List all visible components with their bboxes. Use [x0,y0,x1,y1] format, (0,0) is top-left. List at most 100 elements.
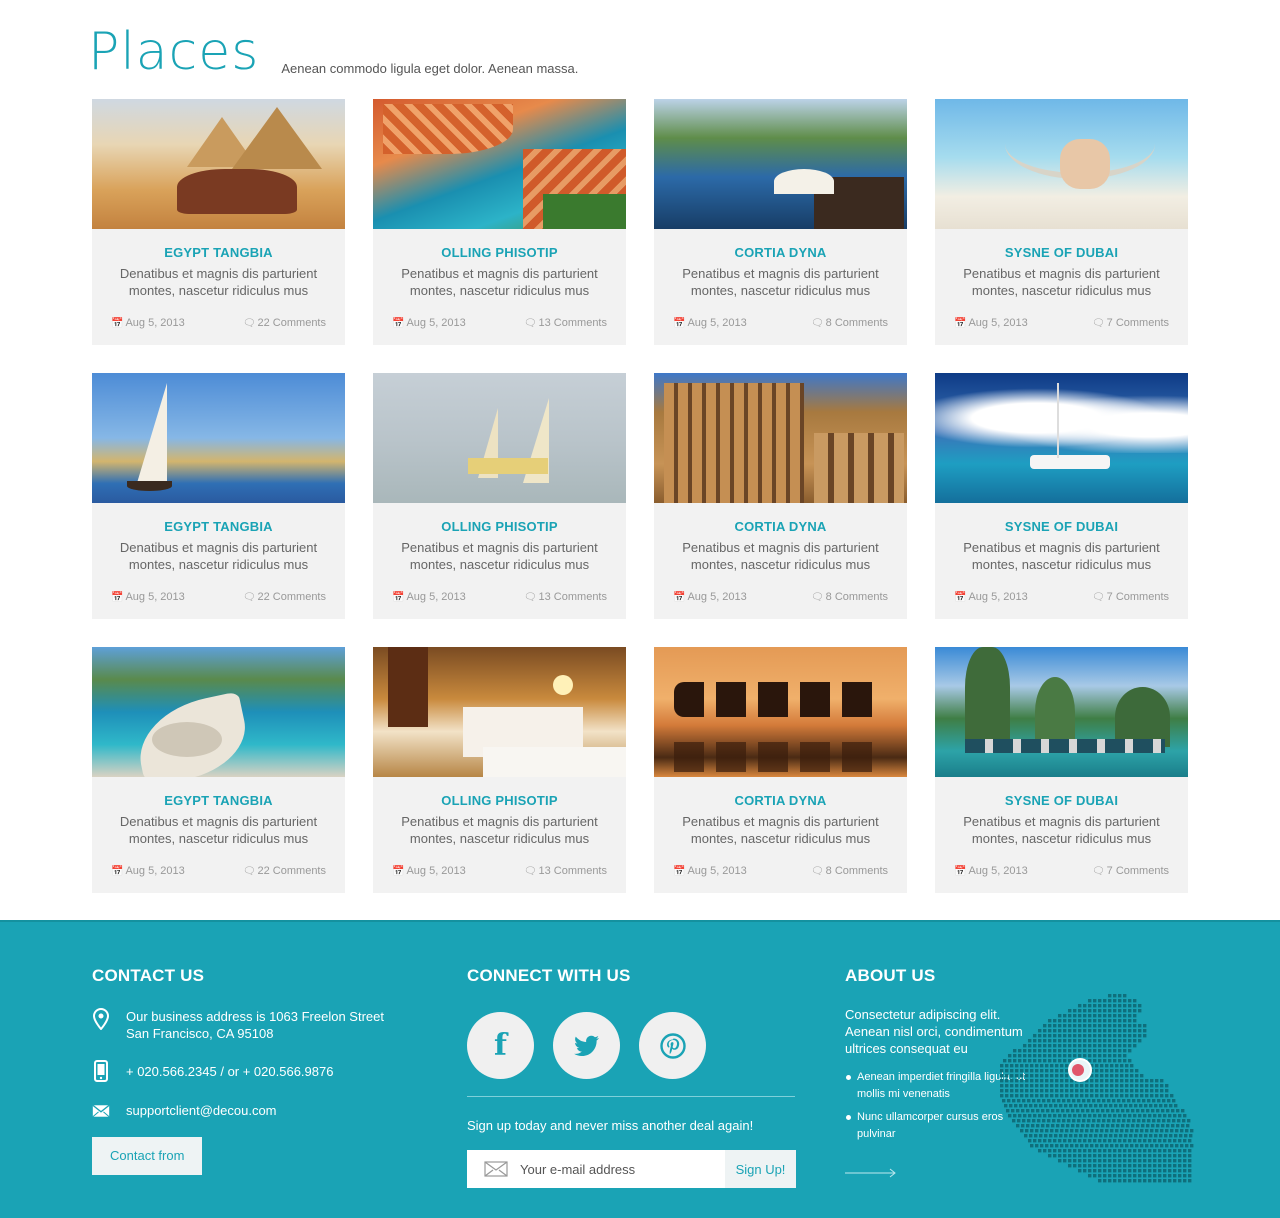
comment-icon: 🗨 [1091,318,1105,329]
address-row: Our business address is 1063 Freelon Str… [92,1008,412,1042]
date-text: Aug 5, 2013 [687,865,747,877]
place-image[interactable] [92,373,345,503]
place-image[interactable] [92,99,345,229]
facebook-button[interactable]: f [467,1012,534,1079]
places-grid: EGYPT TANGBIA Denatibus et magnis dis par… [92,99,1188,893]
place-card[interactable]: SYSNE OF DUBAI Penatibus et magnis dis pa… [935,373,1188,619]
calendar-icon: 📅 [954,866,967,877]
place-image[interactable] [935,647,1188,777]
comments-text: 13 Comments [538,317,607,329]
place-image[interactable] [373,99,626,229]
place-description: Penatibus et magnis dis parturient monte… [963,540,1160,572]
comments-link[interactable]: 🗨 8 Comments [811,865,888,877]
place-image[interactable] [935,99,1188,229]
comment-icon: 🗨 [1091,866,1105,877]
email-input[interactable]: Your e-mail address [467,1150,725,1188]
calendar-icon: 📅 [954,318,967,329]
place-title-link[interactable]: EGYPT TANGBIA [92,793,345,808]
place-description: Penatibus et magnis dis parturient monte… [401,540,598,572]
place-card[interactable]: EGYPT TANGBIA Denatibus et magnis dis par… [92,373,345,619]
calendar-icon: 📅 [673,592,686,603]
post-date: 📅 Aug 5, 2013 [392,317,466,329]
comments-link[interactable]: 🗨 22 Comments [243,865,326,877]
place-card[interactable]: OLLING PHISOTIP Penatibus et magnis dis p… [373,99,626,345]
place-card[interactable]: SYSNE OF DUBAI Penatibus et magnis dis pa… [935,99,1188,345]
place-title-link[interactable]: SYSNE OF DUBAI [935,793,1188,808]
place-title-link[interactable]: CORTIA DYNA [654,519,907,534]
place-title-link[interactable]: OLLING PHISOTIP [373,519,626,534]
card-body: EGYPT TANGBIA Denatibus et magnis dis par… [92,229,345,329]
comments-link[interactable]: 🗨 22 Comments [243,591,326,603]
comment-icon: 🗨 [810,318,824,329]
card-body: CORTIA DYNA Penatibus et magnis dis partu… [654,503,907,603]
place-description: Penatibus et magnis dis parturient monte… [682,814,879,846]
date-text: Aug 5, 2013 [406,317,466,329]
comments-text: 22 Comments [257,317,326,329]
card-meta: 📅 Aug 5, 2013 🗨 13 Comments [373,865,626,877]
place-title-link[interactable]: CORTIA DYNA [654,793,907,808]
card-meta: 📅 Aug 5, 2013 🗨 8 Comments [654,317,907,329]
signup-button[interactable]: Sign Up! [725,1150,796,1188]
post-date: 📅 Aug 5, 2013 [111,317,185,329]
place-image[interactable] [373,373,626,503]
place-card[interactable]: EGYPT TANGBIA Denatibus et magnis dis par… [92,99,345,345]
contact-section: CONTACT US Our business address is 1063 … [92,966,412,1175]
place-card[interactable]: CORTIA DYNA Penatibus et magnis dis partu… [654,373,907,619]
place-image[interactable] [654,373,907,503]
calendar-icon: 📅 [111,866,124,877]
about-heading: ABOUT US [845,966,936,985]
email-link[interactable]: supportclient@decou.com [126,1102,277,1119]
calendar-icon: 📅 [392,318,405,329]
post-date: 📅 Aug 5, 2013 [673,865,747,877]
place-title-link[interactable]: EGYPT TANGBIA [92,245,345,260]
comments-link[interactable]: 🗨 22 Comments [243,317,326,329]
card-body: SYSNE OF DUBAI Penatibus et magnis dis pa… [935,229,1188,329]
calendar-icon: 📅 [111,318,124,329]
post-date: 📅 Aug 5, 2013 [392,591,466,603]
place-card[interactable]: OLLING PHISOTIP Penatibus et magnis dis p… [373,647,626,893]
place-card[interactable]: CORTIA DYNA Penatibus et magnis dis partu… [654,99,907,345]
place-title-link[interactable]: CORTIA DYNA [654,245,907,260]
comments-text: 7 Comments [1106,865,1169,877]
phone-icon [92,1060,110,1082]
comments-link[interactable]: 🗨 7 Comments [1092,317,1169,329]
comments-link[interactable]: 🗨 8 Comments [811,317,888,329]
post-date: 📅 Aug 5, 2013 [673,317,747,329]
place-image[interactable] [654,99,907,229]
place-card[interactable]: OLLING PHISOTIP Penatibus et magnis dis p… [373,373,626,619]
card-meta: 📅 Aug 5, 2013 🗨 7 Comments [935,591,1188,603]
pinterest-button[interactable] [639,1012,706,1079]
place-title-link[interactable]: EGYPT TANGBIA [92,519,345,534]
place-title-link[interactable]: SYSNE OF DUBAI [935,519,1188,534]
place-card[interactable]: CORTIA DYNA Penatibus et magnis dis partu… [654,647,907,893]
comments-link[interactable]: 🗨 7 Comments [1092,865,1169,877]
comments-link[interactable]: 🗨 7 Comments [1092,591,1169,603]
place-title-link[interactable]: OLLING PHISOTIP [373,245,626,260]
comments-link[interactable]: 🗨 13 Comments [524,865,607,877]
card-meta: 📅 Aug 5, 2013 🗨 22 Comments [92,317,345,329]
comments-text: 8 Comments [825,317,888,329]
calendar-icon: 📅 [673,866,686,877]
calendar-icon: 📅 [392,866,405,877]
twitter-button[interactable] [553,1012,620,1079]
place-title-link[interactable]: SYSNE OF DUBAI [935,245,1188,260]
comments-link[interactable]: 🗨 13 Comments [524,317,607,329]
place-image[interactable] [92,647,345,777]
place-card[interactable]: EGYPT TANGBIA Denatibus et magnis dis par… [92,647,345,893]
comment-icon: 🗨 [1091,592,1105,603]
place-title-link[interactable]: OLLING PHISOTIP [373,793,626,808]
contact-form-button[interactable]: Contact from [92,1137,203,1175]
place-image[interactable] [373,647,626,777]
place-image[interactable] [654,647,907,777]
envelope-icon [484,1161,508,1177]
comments-link[interactable]: 🗨 13 Comments [524,591,607,603]
card-meta: 📅 Aug 5, 2013 🗨 22 Comments [92,865,345,877]
phone-row: + 020.566.2345 / or + 020.566.9876 [92,1060,412,1082]
date-text: Aug 5, 2013 [687,317,747,329]
address-text: Our business address is 1063 Freelon Str… [126,1009,384,1041]
comments-link[interactable]: 🗨 8 Comments [811,591,888,603]
date-text: Aug 5, 2013 [968,865,1028,877]
place-image[interactable] [935,373,1188,503]
card-meta: 📅 Aug 5, 2013 🗨 7 Comments [935,865,1188,877]
place-card[interactable]: SYSNE OF DUBAI Penatibus et magnis dis pa… [935,647,1188,893]
